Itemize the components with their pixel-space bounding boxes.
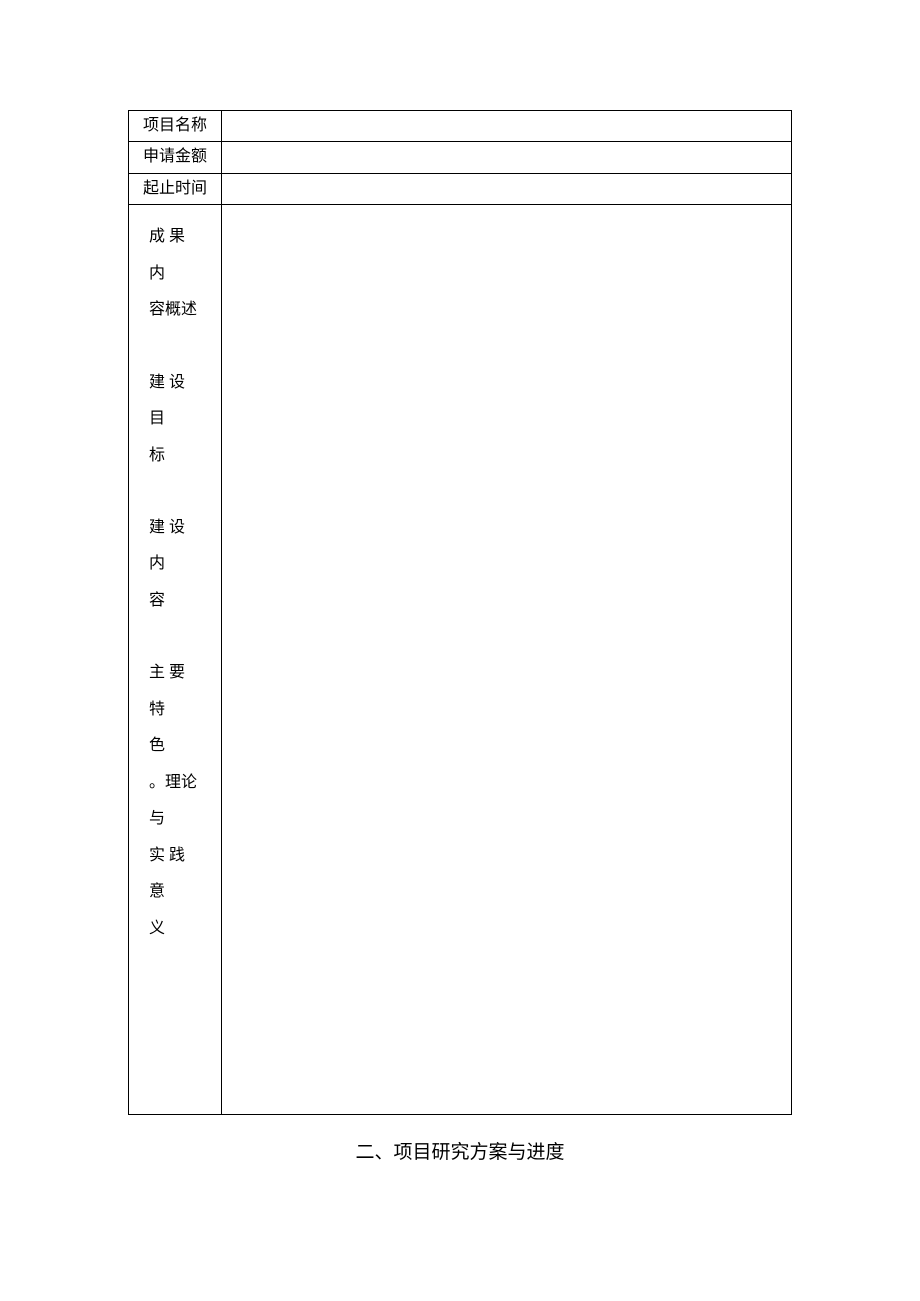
table-row: 项目名称 xyxy=(129,111,792,142)
overview-labels: 成 果 内 容概述 建 设 目 标 建 设 内 容 主 要 特 色 。理论与 实… xyxy=(149,219,201,947)
label-start-end-time: 起止时间 xyxy=(129,173,222,204)
project-form-table: 项目名称 申请金额 起止时间 成 果 内 容概述 建 设 目 标 建 设 内 xyxy=(128,110,792,1115)
table-row: 申请金额 xyxy=(129,142,792,173)
spacer xyxy=(149,474,201,510)
label-overview: 成 果 内 容概述 建 设 目 标 建 设 内 容 主 要 特 色 。理论与 实… xyxy=(129,205,222,1115)
value-overview[interactable] xyxy=(222,205,792,1115)
label-build-goal-1: 建 设 目 xyxy=(149,365,201,438)
section-heading-research-plan: 二、项目研究方案与进度 xyxy=(128,1137,792,1164)
label-theory-practice-2: 实 践 意 xyxy=(149,838,201,911)
label-theory-practice-1: 。理论与 xyxy=(149,765,201,838)
spacer xyxy=(149,329,201,365)
spacer xyxy=(149,619,201,655)
label-build-content-1: 建 设 内 xyxy=(149,510,201,583)
table-row: 起止时间 xyxy=(129,173,792,204)
value-application-amount[interactable] xyxy=(222,142,792,173)
value-project-name[interactable] xyxy=(222,111,792,142)
label-build-goal-2: 标 xyxy=(149,438,201,474)
label-features-1: 主 要 特 xyxy=(149,655,201,728)
label-build-content-2: 容 xyxy=(149,583,201,619)
label-application-amount: 申请金额 xyxy=(129,142,222,173)
label-results-summary-1: 成 果 内 xyxy=(149,219,201,292)
label-project-name: 项目名称 xyxy=(129,111,222,142)
label-features-2: 色 xyxy=(149,728,201,764)
form-container: 项目名称 申请金额 起止时间 成 果 内 容概述 建 设 目 标 建 设 内 xyxy=(128,110,792,1164)
label-results-summary-2: 容概述 xyxy=(149,292,201,328)
label-theory-practice-3: 义 xyxy=(149,911,201,947)
value-start-end-time[interactable] xyxy=(222,173,792,204)
table-row-overview: 成 果 内 容概述 建 设 目 标 建 设 内 容 主 要 特 色 。理论与 实… xyxy=(129,205,792,1115)
